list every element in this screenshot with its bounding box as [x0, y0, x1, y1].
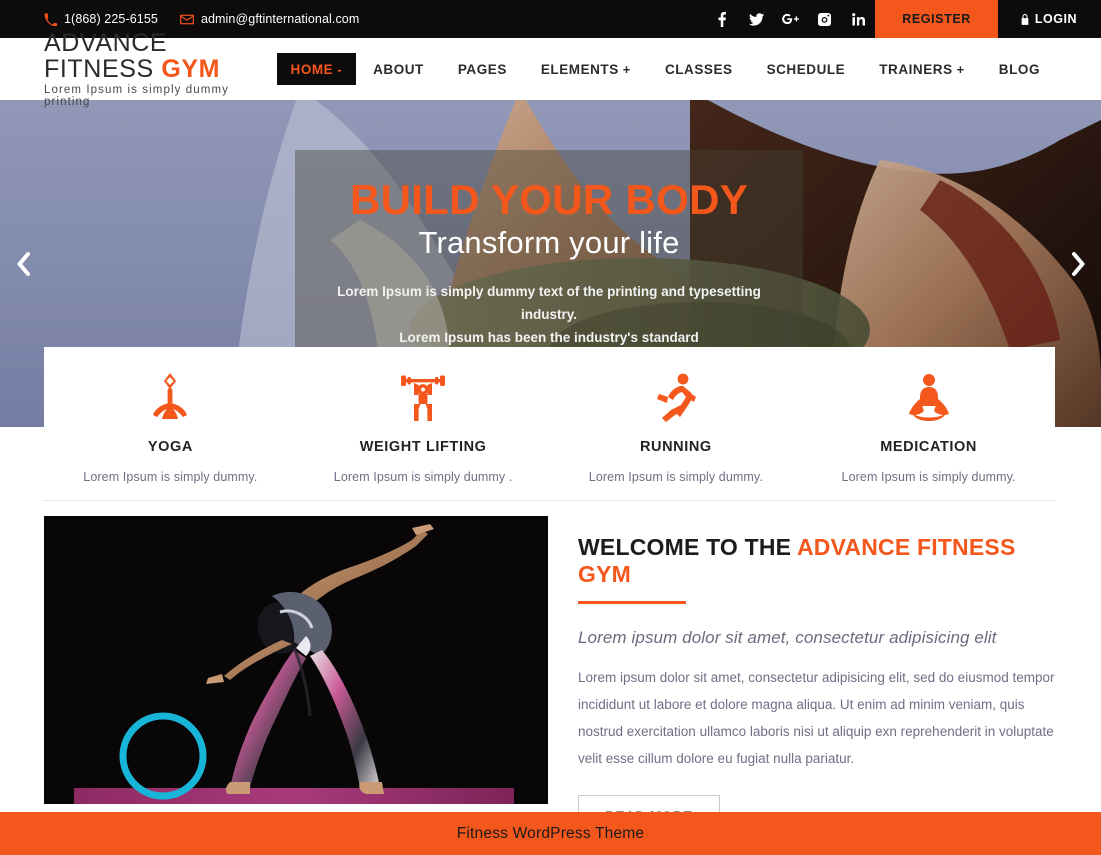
service-title: WEIGHT LIFTING	[359, 439, 487, 455]
heading-underline	[578, 601, 686, 604]
top-bar-contacts: 1(868) 225-6155 admin@gftinternational.c…	[0, 12, 359, 26]
lock-icon	[1020, 13, 1030, 25]
section-divider	[44, 500, 1056, 501]
nav-label: HOME	[290, 61, 334, 77]
chevron-collapse-icon: -	[337, 61, 343, 77]
main-navigation: HOME - ABOUT PAGES ELEMENTS + CLASSES SC…	[276, 38, 1101, 100]
meditation-icon	[814, 371, 1043, 423]
welcome-heading: WELCOME TO THE ADVANCE FITNESS GYM	[578, 534, 1057, 588]
logo-main-text: ADVANCE FITNESS	[44, 28, 168, 83]
facebook-icon[interactable]	[705, 0, 739, 38]
chevron-expand-icon: +	[622, 61, 631, 77]
google-plus-icon[interactable]	[773, 0, 807, 38]
phone-number: 1(868) 225-6155	[64, 12, 158, 26]
phone-icon	[44, 12, 57, 26]
nav-item-about[interactable]: ABOUT	[356, 38, 441, 100]
nav-item-pages[interactable]: PAGES	[441, 38, 524, 100]
nav-label: CLASSES	[664, 61, 733, 77]
login-button[interactable]: LOGIN	[998, 0, 1101, 38]
nav-item-schedule[interactable]: SCHEDULE	[750, 38, 863, 100]
nav-label: ELEMENTS	[540, 61, 619, 77]
hero-description-line-2: Lorem Ipsum has been the industry's stan…	[399, 330, 699, 346]
nav-item-elements[interactable]: ELEMENTS +	[524, 38, 648, 100]
nav-label: TRAINERS	[879, 61, 953, 77]
service-card-weight-lifting[interactable]: WEIGHT LIFTING Lorem Ipsum is simply dum…	[297, 371, 550, 484]
footer-text: Fitness WordPress Theme	[456, 824, 645, 842]
instagram-icon[interactable]	[807, 0, 841, 38]
service-title: YOGA	[147, 439, 193, 455]
service-description: Lorem Ipsum is simply dummy.	[588, 470, 763, 484]
service-card-medication[interactable]: MEDICATION Lorem Ipsum is simply dummy.	[802, 371, 1055, 484]
hero-caption: BUILD YOUR BODY Transform your life Lore…	[295, 150, 803, 377]
site-logo[interactable]: ADVANCE FITNESS GYM Lorem Ipsum is simpl…	[0, 30, 277, 109]
welcome-content: WELCOME TO THE ADVANCE FITNESS GYM Lorem…	[578, 516, 1057, 838]
welcome-section: WELCOME TO THE ADVANCE FITNESS GYM Lorem…	[0, 516, 1101, 838]
service-description: Lorem Ipsum is simply dummy .	[333, 470, 513, 484]
weight-lifting-icon	[309, 371, 538, 423]
service-title: MEDICATION	[880, 439, 977, 455]
twitter-icon[interactable]	[739, 0, 773, 38]
nav-item-classes[interactable]: CLASSES	[648, 38, 750, 100]
site-header: ADVANCE FITNESS GYM Lorem Ipsum is simpl…	[0, 30, 1101, 108]
yoga-standing-icon	[56, 371, 285, 423]
footer-bar: Fitness WordPress Theme	[0, 812, 1101, 855]
welcome-heading-plain: WELCOME TO THE	[578, 534, 797, 560]
hero-description-line-1: Lorem Ipsum is simply dummy text of the …	[337, 283, 761, 322]
linkedin-icon[interactable]	[841, 0, 875, 38]
yoga-pose-photo	[44, 516, 548, 804]
logo-tagline: Lorem Ipsum is simply dummy printing	[44, 84, 229, 109]
nav-item-home[interactable]: HOME -	[276, 53, 357, 85]
page-root: 1(868) 225-6155 admin@gftinternational.c…	[0, 0, 1101, 855]
envelope-icon	[180, 14, 194, 25]
chevron-expand-icon: +	[956, 61, 965, 77]
welcome-body-text: Lorem ipsum dolor sit amet, consectetur …	[578, 670, 1055, 766]
login-label: LOGIN	[1034, 12, 1077, 26]
service-description: Lorem Ipsum is simply dummy.	[841, 470, 1016, 484]
nav-item-trainers[interactable]: TRAINERS +	[862, 38, 982, 100]
nav-label: BLOG	[998, 61, 1040, 77]
service-card-yoga[interactable]: YOGA Lorem Ipsum is simply dummy.	[44, 371, 297, 484]
email-contact[interactable]: admin@gftinternational.com	[180, 12, 359, 26]
register-button[interactable]: REGISTER	[875, 0, 998, 38]
logo-accent-text: GYM	[161, 55, 221, 83]
slider-prev-button[interactable]	[6, 247, 40, 281]
service-title: RUNNING	[639, 439, 712, 455]
email-address: admin@gftinternational.com	[200, 12, 360, 26]
nav-item-blog[interactable]: BLOG	[982, 38, 1057, 100]
hero-description: Lorem Ipsum is simply dummy text of the …	[295, 280, 803, 350]
hero-subtitle: Transform your life	[418, 225, 680, 261]
running-icon	[562, 371, 791, 423]
service-description: Lorem Ipsum is simply dummy.	[83, 470, 258, 484]
hero-title: BUILD YOUR BODY	[349, 176, 749, 223]
chevron-right-icon	[1071, 251, 1086, 277]
welcome-lead-text: Lorem ipsum dolor sit amet, consectetur …	[578, 628, 997, 647]
chevron-left-icon	[16, 251, 31, 277]
nav-label: SCHEDULE	[766, 61, 846, 77]
slider-next-button[interactable]	[1061, 247, 1095, 281]
nav-label: PAGES	[457, 61, 507, 77]
phone-contact[interactable]: 1(868) 225-6155	[44, 12, 158, 26]
service-card-running[interactable]: RUNNING Lorem Ipsum is simply dummy.	[550, 371, 803, 484]
logo-title: ADVANCE FITNESS GYM	[44, 30, 277, 83]
nav-label: ABOUT	[373, 61, 424, 77]
services-panel: YOGA Lorem Ipsum is simply dummy. WEIGHT…	[44, 347, 1055, 514]
social-links	[705, 0, 875, 38]
